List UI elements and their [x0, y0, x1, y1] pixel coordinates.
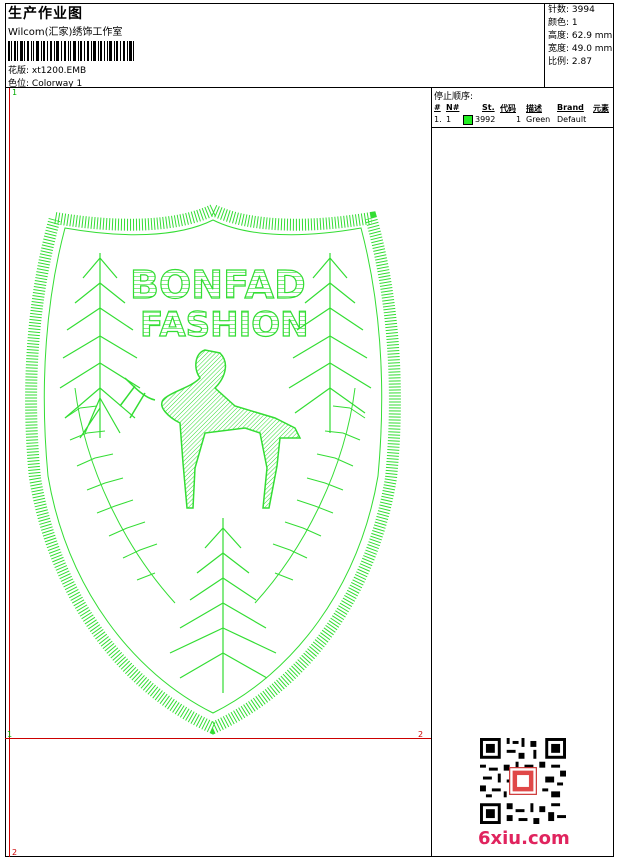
col-desc: 描述: [526, 104, 542, 113]
col-stitches: St.: [482, 103, 495, 112]
row-index: 1.: [434, 115, 442, 124]
page-title: 生产作业图: [8, 6, 83, 22]
stat-scale: 比例: 2.87: [548, 57, 592, 67]
design-file-label: 花版:: [8, 66, 30, 76]
col-brand: Brand: [557, 103, 584, 112]
col-code: 代码: [500, 104, 516, 113]
stop-sequence-title: 停止顺序:: [434, 92, 474, 102]
color-swatch: [463, 115, 473, 125]
stat-stitches: 针数: 3994: [548, 5, 595, 15]
stop-sequence-columns: # N# St. 代码 描述 Brand 元素: [432, 102, 614, 115]
barcode-icon: [8, 41, 134, 61]
row-stitches: 3992: [475, 115, 496, 124]
stat-width: 宽度: 49.0 mm: [548, 44, 613, 54]
row-code: 1: [516, 115, 522, 124]
studio-name: Wilcom(汇家)绣饰工作室: [8, 27, 123, 38]
table-row[interactable]: 1. 1 3992 1 Green Default: [432, 115, 614, 128]
qr-code-icon: [480, 738, 566, 824]
row-needle: 1: [446, 115, 452, 124]
stat-height: 高度: 62.9 mm: [548, 31, 613, 41]
row-desc: Green: [526, 115, 551, 124]
design-file-name: xt1200.EMB: [31, 66, 87, 76]
design-text-line1: BONFAD: [130, 263, 306, 307]
fern-left-icon: [64, 387, 176, 604]
tree-left-icon: [59, 253, 141, 439]
row-brand: Default: [557, 115, 587, 124]
stat-colors: 颜色: 1: [548, 18, 578, 28]
col-index: #: [434, 103, 441, 112]
horse-icon: [119, 349, 302, 509]
col-element: 元素: [593, 104, 609, 113]
tree-bottom-icon: [169, 518, 277, 693]
watermark: 6xiu.com: [478, 828, 570, 849]
design-text-line2: FASHION: [140, 305, 309, 345]
header-panel: 生产作业图 Wilcom(汇家)绣饰工作室 花版: xt1200.EMB 色位:…: [5, 3, 545, 89]
stats-panel: 针数: 3994 颜色: 1 高度: 62.9 mm 宽度: 49.0 mm 比…: [545, 3, 614, 88]
embroidery-design: BONFAD FASHION: [25, 203, 401, 735]
col-needle: N#: [446, 103, 460, 112]
design-file-info: 花版: xt1200.EMB: [8, 63, 86, 76]
